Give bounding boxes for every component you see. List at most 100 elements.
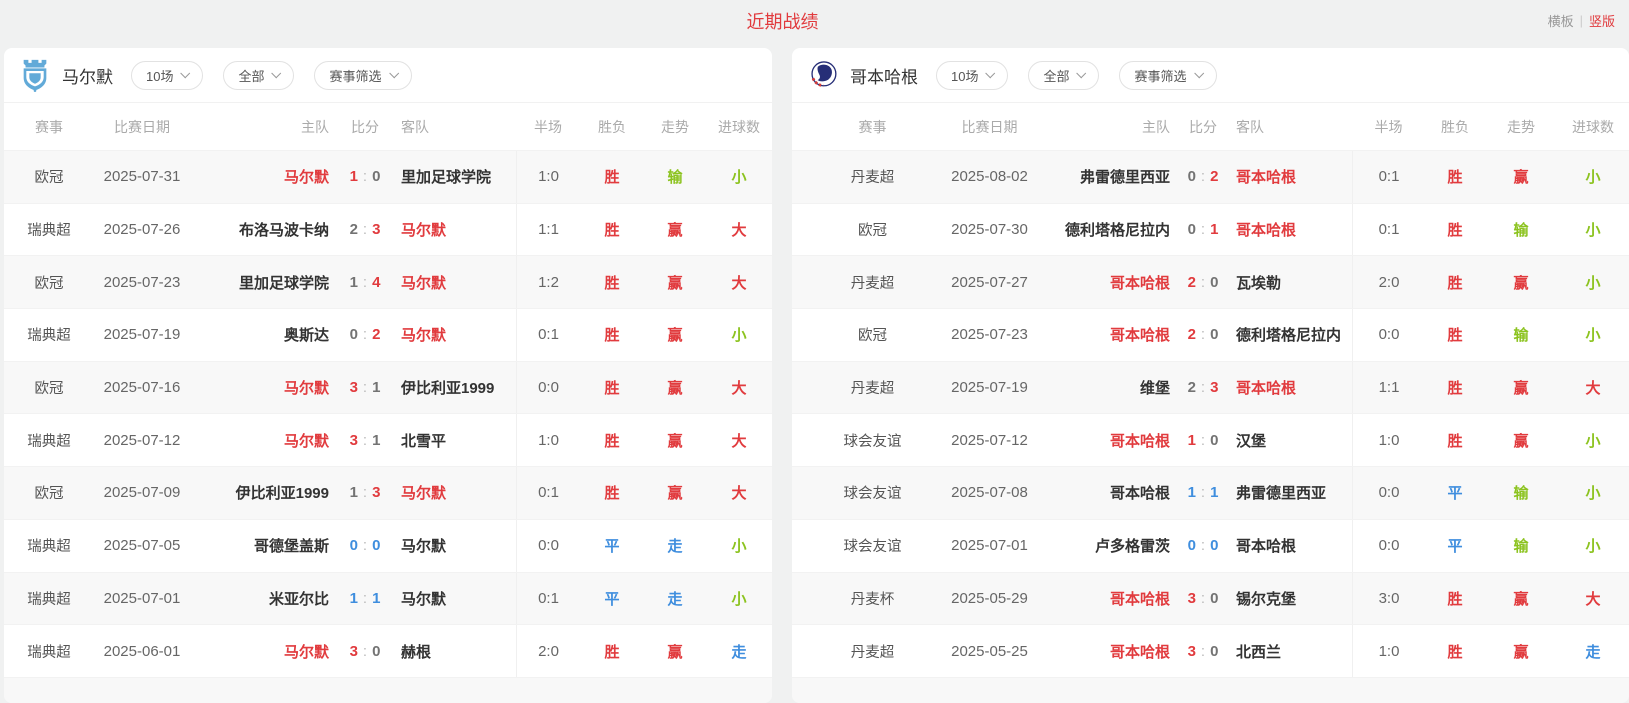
match-row[interactable]: 瑞典超2025-07-19奥斯达0:2马尔默0:1胜赢小 [4, 308, 772, 361]
home-team-name: 伊比利亚1999 [190, 467, 336, 519]
match-row[interactable]: 欧冠2025-07-09伊比利亚19991:3马尔默0:1胜赢大 [4, 466, 772, 519]
result-label: 胜 [580, 204, 644, 256]
score-colon: : [1201, 432, 1205, 449]
match-date: 2025-07-05 [94, 520, 190, 572]
home-team-name: 哥本哈根 [1042, 414, 1177, 466]
match-row[interactable]: 瑞典超2025-06-01马尔默3:0赫根2:0胜赢走 [4, 624, 772, 677]
competition-label: 球会友谊 [792, 467, 937, 519]
handicap-trend-label: 赢 [644, 467, 706, 519]
match-row[interactable]: 欧冠2025-07-31马尔默1:0里加足球学院1:0胜输小 [4, 150, 772, 203]
col-header-away: 客队 [394, 103, 516, 150]
col-header-goals: 进球数 [1557, 103, 1629, 150]
team-name: 哥本哈根 [850, 63, 918, 88]
match-row[interactable]: 瑞典超2025-07-01米亚尔比1:1马尔默0:1平走小 [4, 572, 772, 625]
score: 3:0 [1177, 573, 1229, 625]
goals-ou-label: 走 [1557, 625, 1629, 677]
result-label: 胜 [1425, 625, 1485, 677]
score: 3:0 [1177, 625, 1229, 677]
away-team-name: 弗雷德里西亚 [1229, 467, 1352, 519]
match-date: 2025-07-09 [94, 467, 190, 519]
match-row[interactable]: 丹麦超2025-05-25哥本哈根3:0北西兰1:0胜赢走 [792, 624, 1629, 677]
score: 3:1 [336, 414, 394, 466]
score: 2:3 [1177, 362, 1229, 414]
home-team-name: 里加足球学院 [190, 256, 336, 308]
halftime-score: 1:0 [1352, 414, 1425, 466]
competition-label: 瑞典超 [4, 625, 94, 677]
col-header-goals: 进球数 [706, 103, 772, 150]
away-team-name: 里加足球学院 [394, 151, 516, 203]
match-row[interactable]: 丹麦杯2025-05-29哥本哈根3:0锡尔克堡3:0胜赢大 [792, 572, 1629, 625]
match-row[interactable]: 瑞典超2025-07-05哥德堡盖斯0:0马尔默0:0平走小 [4, 519, 772, 572]
competition-label: 丹麦超 [792, 625, 937, 677]
score-colon: : [363, 484, 367, 501]
home-score: 0 [1188, 537, 1196, 554]
home-team-name: 德利塔格尼拉内 [1042, 204, 1177, 256]
panel-header: 马尔默 10场 全部 赛事筛选 [4, 48, 772, 103]
layout-vertical-link[interactable]: 竖版 [1589, 11, 1615, 30]
goals-ou-label: 小 [1557, 256, 1629, 308]
competition-filter-dropdown[interactable]: 赛事筛选 [1119, 61, 1216, 90]
halftime-score: 2:0 [1352, 256, 1425, 308]
match-row[interactable]: 欧冠2025-07-23哥本哈根2:0德利塔格尼拉内0:0胜输小 [792, 308, 1629, 361]
layout-horizontal-link[interactable]: 横板 [1548, 11, 1574, 30]
home-score: 0 [1188, 168, 1196, 185]
competition-label: 瑞典超 [4, 204, 94, 256]
away-score: 0 [1210, 643, 1218, 660]
score-colon: : [1201, 643, 1205, 660]
match-date: 2025-05-29 [937, 573, 1042, 625]
col-header-away: 客队 [1229, 103, 1352, 150]
competition-filter-dropdown[interactable]: 赛事筛选 [314, 61, 411, 90]
result-label: 胜 [580, 362, 644, 414]
halftime-score: 1:0 [1352, 625, 1425, 677]
match-row[interactable]: 球会友谊2025-07-01卢多格雷茨0:0哥本哈根0:0平输小 [792, 519, 1629, 572]
score: 2:0 [1177, 256, 1229, 308]
team-name: 马尔默 [62, 63, 113, 88]
home-team-name: 维堡 [1042, 362, 1177, 414]
competition-label: 球会友谊 [792, 414, 937, 466]
venue-dropdown[interactable]: 全部 [223, 61, 294, 90]
home-score: 2 [1188, 326, 1196, 343]
score: 3:1 [336, 362, 394, 414]
chevron-down-icon [986, 68, 996, 78]
score: 0:2 [336, 309, 394, 361]
halftime-score: 1:1 [1352, 362, 1425, 414]
match-row[interactable]: 瑞典超2025-07-12马尔默3:1北雪平1:0胜赢大 [4, 413, 772, 466]
home-score: 0 [350, 537, 358, 554]
halftime-score: 0:0 [516, 520, 580, 572]
match-row[interactable]: 丹麦超2025-07-27哥本哈根2:0瓦埃勒2:0胜赢小 [792, 255, 1629, 308]
home-team-name: 奥斯达 [190, 309, 336, 361]
match-row[interactable]: 球会友谊2025-07-08哥本哈根1:1弗雷德里西亚0:0平输小 [792, 466, 1629, 519]
home-score: 3 [350, 432, 358, 449]
venue-dropdown[interactable]: 全部 [1028, 61, 1099, 90]
home-team-name: 布洛马波卡纳 [190, 204, 336, 256]
handicap-trend-label: 赢 [644, 309, 706, 361]
match-row[interactable]: 球会友谊2025-07-12哥本哈根1:0汉堡1:0胜赢小 [792, 413, 1629, 466]
match-count-dropdown[interactable]: 10场 [131, 61, 203, 90]
goals-ou-label: 小 [1557, 414, 1629, 466]
col-header-date: 比赛日期 [94, 103, 190, 150]
match-row[interactable]: 瑞典超2025-07-26布洛马波卡纳2:3马尔默1:1胜赢大 [4, 203, 772, 256]
match-row[interactable]: 丹麦超2025-07-19维堡2:3哥本哈根1:1胜赢大 [792, 361, 1629, 414]
match-row[interactable]: 丹麦超2025-08-02弗雷德里西亚0:2哥本哈根0:1胜赢小 [792, 150, 1629, 203]
home-score: 1 [350, 274, 358, 291]
handicap-trend-label: 输 [1485, 204, 1557, 256]
match-row[interactable]: 欧冠2025-07-16马尔默3:1伊比利亚19990:0胜赢大 [4, 361, 772, 414]
home-score: 3 [350, 643, 358, 660]
col-header-halftime: 半场 [516, 103, 580, 150]
home-score: 0 [350, 326, 358, 343]
home-score: 2 [350, 221, 358, 238]
away-score: 0 [1210, 537, 1218, 554]
score: 1:3 [336, 467, 394, 519]
match-count-dropdown[interactable]: 10场 [936, 61, 1008, 90]
away-score: 3 [1210, 379, 1218, 396]
competition-label: 瑞典超 [4, 414, 94, 466]
match-date: 2025-05-25 [937, 625, 1042, 677]
panel-header: 哥本哈根 10场 全部 赛事筛选 [792, 48, 1629, 103]
home-team-name: 马尔默 [190, 625, 336, 677]
halftime-score: 1:1 [516, 204, 580, 256]
match-row[interactable]: 欧冠2025-07-23里加足球学院1:4马尔默1:2胜赢大 [4, 255, 772, 308]
match-row[interactable]: 欧冠2025-07-30德利塔格尼拉内0:1哥本哈根0:1胜输小 [792, 203, 1629, 256]
halftime-score: 0:1 [1352, 151, 1425, 203]
result-label: 胜 [580, 151, 644, 203]
goals-ou-label: 大 [706, 414, 772, 466]
